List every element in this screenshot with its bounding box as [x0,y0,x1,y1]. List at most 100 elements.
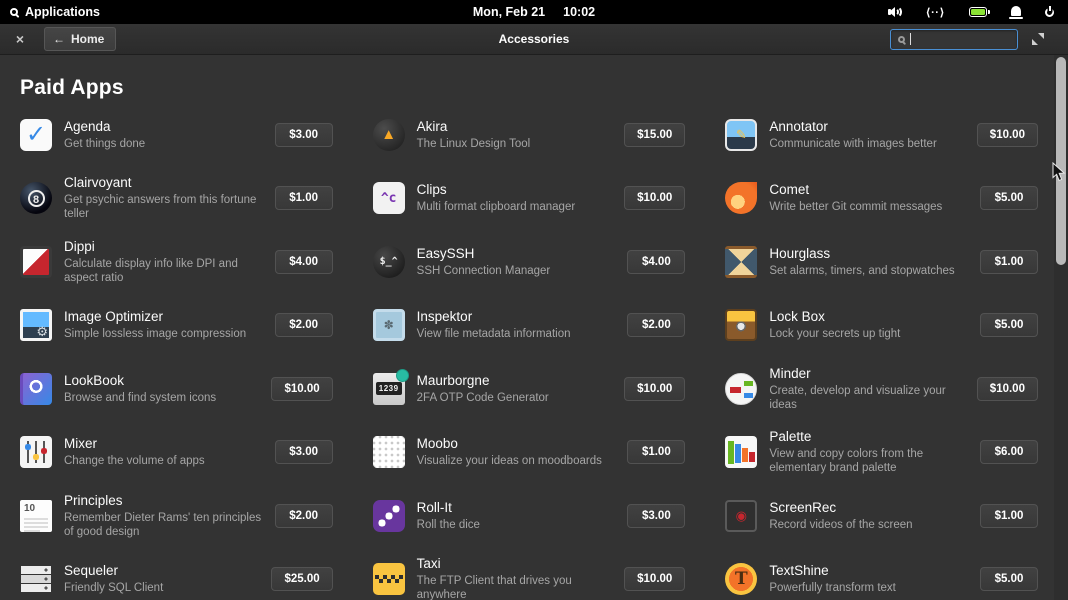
notifications-icon[interactable] [1011,6,1021,16]
datetime-indicator[interactable]: Mon, Feb 21 10:02 [473,5,595,19]
app-description: Change the volume of apps [64,454,267,468]
price-button[interactable]: $3.00 [275,440,333,464]
app-description: Simple lossless image compression [64,327,267,341]
app-description: Record videos of the screen [769,518,972,532]
network-icon[interactable]: ⟨··⟩ [926,6,945,19]
app-description: Browse and find system icons [64,391,263,405]
search-input[interactable] [916,32,1010,46]
app-name: Taxi [417,556,616,572]
app-row[interactable]: 1239 Maurborgne 2FA OTP Code Generator $… [373,357,686,421]
app-name: Hourglass [769,246,972,262]
minder-icon [725,373,757,405]
apps-grid: ✓ Agenda Get things done $3.00 ▲ Akira T… [20,103,1038,600]
app-row[interactable]: 10 Principles Remember Dieter Rams' ten … [20,484,333,548]
price-button[interactable]: $1.00 [627,440,685,464]
app-name: LookBook [64,373,263,389]
price-button[interactable]: $5.00 [980,186,1038,210]
app-row[interactable]: 8 Clairvoyant Get psychic answers from t… [20,167,333,231]
price-button[interactable]: $5.00 [980,567,1038,591]
price-button[interactable]: $15.00 [624,123,685,147]
page-title: Accessories [499,32,570,46]
price-button[interactable]: $6.00 [980,440,1038,464]
app-row[interactable]: T TextShine Powerfully transform text $5… [725,548,1038,600]
comet-icon [725,182,757,214]
app-row[interactable]: Palette View and copy colors from the el… [725,421,1038,485]
price-button[interactable]: $10.00 [624,186,685,210]
search-icon [898,36,905,43]
price-button[interactable]: $4.00 [275,250,333,274]
price-button[interactable]: $5.00 [980,313,1038,337]
panel-date: Mon, Feb 21 [473,5,545,19]
price-button[interactable]: $10.00 [977,123,1038,147]
price-button[interactable]: $3.00 [275,123,333,147]
app-row[interactable]: ^c Clips Multi format clipboard manager … [373,167,686,231]
price-button[interactable]: $10.00 [271,377,332,401]
app-description: View and copy colors from the elementary… [769,447,972,475]
app-name: Sequeler [64,563,263,579]
power-icon[interactable] [1045,8,1054,17]
app-name: Comet [769,182,972,198]
scrollbar-track[interactable] [1054,55,1068,600]
app-description: Calculate display info like DPI and aspe… [64,257,267,285]
app-row[interactable]: $_^ EasySSH SSH Connection Manager $4.00 [373,230,686,294]
textshine-icon: T [725,563,757,595]
app-description: Powerfully transform text [769,581,972,595]
app-row[interactable]: ✎ Annotator Communicate with images bett… [725,103,1038,167]
search-entry[interactable] [890,29,1018,50]
app-row[interactable]: Sequeler Friendly SQL Client $25.00 [20,548,333,600]
app-row[interactable]: Comet Write better Git commit messages $… [725,167,1038,231]
inspektor-icon: ✽ [373,309,405,341]
app-row[interactable]: Hourglass Set alarms, timers, and stopwa… [725,230,1038,294]
app-row[interactable]: Moobo Visualize your ideas on moodboards… [373,421,686,485]
app-row[interactable]: ▲ Akira The Linux Design Tool $15.00 [373,103,686,167]
app-description: Communicate with images better [769,137,968,151]
lock-box-icon [725,309,757,341]
headerbar: × ← Home Accessories [0,24,1068,55]
app-row[interactable]: Lock Box Lock your secrets up tight $5.0… [725,294,1038,358]
scrollbar-thumb[interactable] [1056,57,1066,265]
price-button[interactable]: $2.00 [275,313,333,337]
price-button[interactable]: $4.00 [627,250,685,274]
app-name: Clips [417,182,616,198]
app-name: Palette [769,429,972,445]
app-description: Get psychic answers from this fortune te… [64,193,267,221]
price-button[interactable]: $1.00 [980,504,1038,528]
price-button[interactable]: $2.00 [627,313,685,337]
price-button[interactable]: $3.00 [627,504,685,528]
app-row[interactable]: ✓ Agenda Get things done $3.00 [20,103,333,167]
volume-icon[interactable] [888,6,902,18]
system-panel: Applications Mon, Feb 21 10:02 ⟨··⟩ [0,0,1068,24]
battery-icon[interactable] [969,7,987,17]
price-button[interactable]: $10.00 [624,377,685,401]
app-name: Akira [417,119,616,135]
unmaximize-icon[interactable] [1032,33,1044,45]
price-button[interactable]: $25.00 [271,567,332,591]
app-row[interactable]: LookBook Browse and find system icons $1… [20,357,333,421]
app-row[interactable]: ◉ ScreenRec Record videos of the screen … [725,484,1038,548]
app-row[interactable]: Minder Create, develop and visualize you… [725,357,1038,421]
app-name: Mixer [64,436,267,452]
app-description: Multi format clipboard manager [417,200,616,214]
price-button[interactable]: $2.00 [275,504,333,528]
app-row[interactable]: ⚙ Image Optimizer Simple lossless image … [20,294,333,358]
applications-menu[interactable]: Applications [10,5,100,19]
price-button[interactable]: $10.00 [977,377,1038,401]
palette-icon [725,436,757,468]
app-row[interactable]: Roll-It Roll the dice $3.00 [373,484,686,548]
screenrec-icon: ◉ [725,500,757,532]
roll-it-icon [373,500,405,532]
app-row[interactable]: Dippi Calculate display info like DPI an… [20,230,333,294]
app-description: The Linux Design Tool [417,137,616,151]
price-button[interactable]: $1.00 [275,186,333,210]
close-window-button[interactable]: × [10,31,30,47]
text-caret [910,33,911,45]
app-description: Friendly SQL Client [64,581,263,595]
price-button[interactable]: $1.00 [980,250,1038,274]
back-arrow-icon: ← [53,32,65,46]
app-row[interactable]: Mixer Change the volume of apps $3.00 [20,421,333,485]
app-row[interactable]: ✽ Inspektor View file metadata informati… [373,294,686,358]
price-button[interactable]: $10.00 [624,567,685,591]
app-row[interactable]: Taxi The FTP Client that drives you anyw… [373,548,686,600]
home-button[interactable]: ← Home [44,27,116,51]
app-name: Annotator [769,119,968,135]
